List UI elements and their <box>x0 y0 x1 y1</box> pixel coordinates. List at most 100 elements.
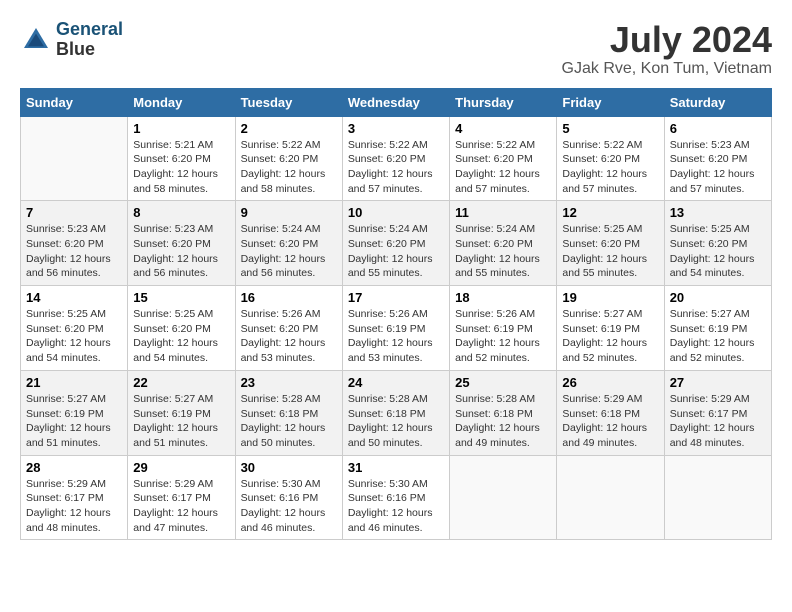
calendar-week-2: 14 Sunrise: 5:25 AM Sunset: 6:20 PM Dayli… <box>21 286 772 371</box>
calendar-cell: 16 Sunrise: 5:26 AM Sunset: 6:20 PM Dayli… <box>235 286 342 371</box>
day-info: Sunrise: 5:22 AM Sunset: 6:20 PM Dayligh… <box>241 138 337 197</box>
calendar-header: SundayMondayTuesdayWednesdayThursdayFrid… <box>21 88 772 116</box>
calendar-cell: 11 Sunrise: 5:24 AM Sunset: 6:20 PM Dayli… <box>450 201 557 286</box>
day-number: 17 <box>348 290 444 305</box>
day-number: 3 <box>348 121 444 136</box>
day-info: Sunrise: 5:25 AM Sunset: 6:20 PM Dayligh… <box>133 307 229 366</box>
day-info: Sunrise: 5:23 AM Sunset: 6:20 PM Dayligh… <box>670 138 766 197</box>
day-info: Sunrise: 5:25 AM Sunset: 6:20 PM Dayligh… <box>670 222 766 281</box>
calendar-cell: 2 Sunrise: 5:22 AM Sunset: 6:20 PM Daylig… <box>235 116 342 201</box>
weekday-header-monday: Monday <box>128 88 235 116</box>
day-info: Sunrise: 5:21 AM Sunset: 6:20 PM Dayligh… <box>133 138 229 197</box>
day-number: 21 <box>26 375 122 390</box>
logo: General Blue <box>20 20 123 60</box>
weekday-header-saturday: Saturday <box>664 88 771 116</box>
day-number: 5 <box>562 121 658 136</box>
day-info: Sunrise: 5:28 AM Sunset: 6:18 PM Dayligh… <box>241 392 337 451</box>
month-year: July 2024 <box>562 20 772 60</box>
title-block: July 2024 GJak Rve, Kon Tum, Vietnam <box>562 20 772 78</box>
day-number: 31 <box>348 460 444 475</box>
day-number: 16 <box>241 290 337 305</box>
day-number: 24 <box>348 375 444 390</box>
day-number: 26 <box>562 375 658 390</box>
calendar-week-1: 7 Sunrise: 5:23 AM Sunset: 6:20 PM Daylig… <box>21 201 772 286</box>
day-info: Sunrise: 5:23 AM Sunset: 6:20 PM Dayligh… <box>26 222 122 281</box>
calendar-week-4: 28 Sunrise: 5:29 AM Sunset: 6:17 PM Dayli… <box>21 455 772 540</box>
day-number: 15 <box>133 290 229 305</box>
calendar-cell <box>450 455 557 540</box>
day-number: 2 <box>241 121 337 136</box>
day-number: 19 <box>562 290 658 305</box>
calendar-cell: 27Sunrise: 5:29 AM Sunset: 6:17 PM Dayli… <box>664 370 771 455</box>
day-number: 4 <box>455 121 551 136</box>
day-info: Sunrise: 5:24 AM Sunset: 6:20 PM Dayligh… <box>241 222 337 281</box>
day-info: Sunrise: 5:27 AM Sunset: 6:19 PM Dayligh… <box>670 307 766 366</box>
day-number: 13 <box>670 205 766 220</box>
day-info: Sunrise: 5:29 AM Sunset: 6:18 PM Dayligh… <box>562 392 658 451</box>
day-number: 8 <box>133 205 229 220</box>
day-info: Sunrise: 5:26 AM Sunset: 6:20 PM Dayligh… <box>241 307 337 366</box>
calendar-cell: 25 Sunrise: 5:28 AM Sunset: 6:18 PM Dayli… <box>450 370 557 455</box>
calendar-cell: 1Sunrise: 5:21 AM Sunset: 6:20 PM Daylig… <box>128 116 235 201</box>
calendar-cell: 3Sunrise: 5:22 AM Sunset: 6:20 PM Daylig… <box>342 116 449 201</box>
calendar-cell: 18 Sunrise: 5:26 AM Sunset: 6:19 PM Dayli… <box>450 286 557 371</box>
calendar-cell <box>21 116 128 201</box>
calendar-cell: 23 Sunrise: 5:28 AM Sunset: 6:18 PM Dayli… <box>235 370 342 455</box>
calendar-cell: 13 Sunrise: 5:25 AM Sunset: 6:20 PM Dayli… <box>664 201 771 286</box>
weekday-header-thursday: Thursday <box>450 88 557 116</box>
day-info: Sunrise: 5:29 AM Sunset: 6:17 PM Dayligh… <box>26 477 122 536</box>
day-number: 30 <box>241 460 337 475</box>
day-number: 23 <box>241 375 337 390</box>
day-number: 12 <box>562 205 658 220</box>
day-number: 18 <box>455 290 551 305</box>
calendar-week-0: 1Sunrise: 5:21 AM Sunset: 6:20 PM Daylig… <box>21 116 772 201</box>
day-info: Sunrise: 5:27 AM Sunset: 6:19 PM Dayligh… <box>133 392 229 451</box>
calendar-cell: 20 Sunrise: 5:27 AM Sunset: 6:19 PM Dayli… <box>664 286 771 371</box>
day-info: Sunrise: 5:24 AM Sunset: 6:20 PM Dayligh… <box>455 222 551 281</box>
day-number: 25 <box>455 375 551 390</box>
location: GJak Rve, Kon Tum, Vietnam <box>562 60 772 78</box>
day-number: 28 <box>26 460 122 475</box>
calendar-cell <box>664 455 771 540</box>
weekday-header-friday: Friday <box>557 88 664 116</box>
day-number: 9 <box>241 205 337 220</box>
calendar-cell: 30Sunrise: 5:30 AM Sunset: 6:16 PM Dayli… <box>235 455 342 540</box>
calendar-cell: 5 Sunrise: 5:22 AM Sunset: 6:20 PM Daylig… <box>557 116 664 201</box>
day-number: 7 <box>26 205 122 220</box>
calendar-week-3: 21 Sunrise: 5:27 AM Sunset: 6:19 PM Dayli… <box>21 370 772 455</box>
calendar-cell: 6 Sunrise: 5:23 AM Sunset: 6:20 PM Daylig… <box>664 116 771 201</box>
weekday-row: SundayMondayTuesdayWednesdayThursdayFrid… <box>21 88 772 116</box>
calendar-cell: 14 Sunrise: 5:25 AM Sunset: 6:20 PM Dayli… <box>21 286 128 371</box>
calendar-body: 1Sunrise: 5:21 AM Sunset: 6:20 PM Daylig… <box>21 116 772 540</box>
calendar-cell: 12 Sunrise: 5:25 AM Sunset: 6:20 PM Dayli… <box>557 201 664 286</box>
weekday-header-sunday: Sunday <box>21 88 128 116</box>
day-info: Sunrise: 5:25 AM Sunset: 6:20 PM Dayligh… <box>562 222 658 281</box>
day-number: 14 <box>26 290 122 305</box>
day-info: Sunrise: 5:26 AM Sunset: 6:19 PM Dayligh… <box>455 307 551 366</box>
calendar-cell: 26 Sunrise: 5:29 AM Sunset: 6:18 PM Dayli… <box>557 370 664 455</box>
day-info: Sunrise: 5:28 AM Sunset: 6:18 PM Dayligh… <box>455 392 551 451</box>
day-number: 20 <box>670 290 766 305</box>
day-number: 6 <box>670 121 766 136</box>
day-info: Sunrise: 5:29 AM Sunset: 6:17 PM Dayligh… <box>670 392 766 451</box>
day-info: Sunrise: 5:24 AM Sunset: 6:20 PM Dayligh… <box>348 222 444 281</box>
day-info: Sunrise: 5:25 AM Sunset: 6:20 PM Dayligh… <box>26 307 122 366</box>
page-header: General Blue July 2024 GJak Rve, Kon Tum… <box>20 20 772 78</box>
day-number: 10 <box>348 205 444 220</box>
calendar-table: SundayMondayTuesdayWednesdayThursdayFrid… <box>20 88 772 541</box>
day-info: Sunrise: 5:30 AM Sunset: 6:16 PM Dayligh… <box>348 477 444 536</box>
day-info: Sunrise: 5:22 AM Sunset: 6:20 PM Dayligh… <box>562 138 658 197</box>
day-info: Sunrise: 5:29 AM Sunset: 6:17 PM Dayligh… <box>133 477 229 536</box>
calendar-cell: 8Sunrise: 5:23 AM Sunset: 6:20 PM Daylig… <box>128 201 235 286</box>
day-number: 11 <box>455 205 551 220</box>
calendar-cell <box>557 455 664 540</box>
day-info: Sunrise: 5:28 AM Sunset: 6:18 PM Dayligh… <box>348 392 444 451</box>
calendar-cell: 4 Sunrise: 5:22 AM Sunset: 6:20 PM Daylig… <box>450 116 557 201</box>
logo-icon <box>20 24 52 56</box>
weekday-header-wednesday: Wednesday <box>342 88 449 116</box>
day-info: Sunrise: 5:22 AM Sunset: 6:20 PM Dayligh… <box>455 138 551 197</box>
calendar-cell: 22Sunrise: 5:27 AM Sunset: 6:19 PM Dayli… <box>128 370 235 455</box>
calendar-cell: 31 Sunrise: 5:30 AM Sunset: 6:16 PM Dayli… <box>342 455 449 540</box>
calendar-cell: 29Sunrise: 5:29 AM Sunset: 6:17 PM Dayli… <box>128 455 235 540</box>
calendar-cell: 17Sunrise: 5:26 AM Sunset: 6:19 PM Dayli… <box>342 286 449 371</box>
